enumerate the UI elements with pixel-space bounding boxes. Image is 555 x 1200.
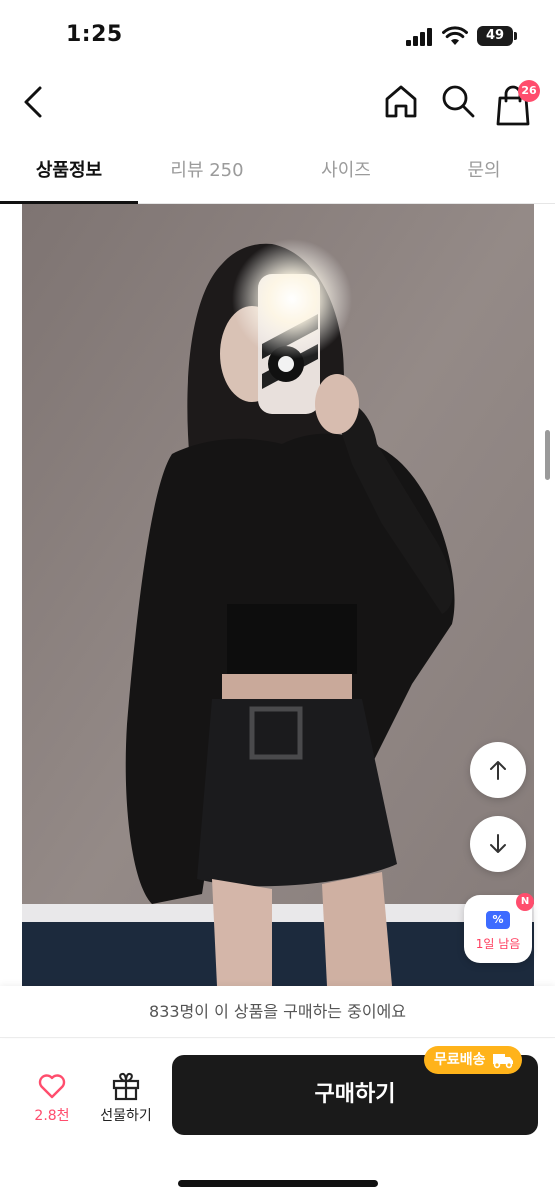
buyers-banner: 833명이 이 상품을 구매하는 중이에요	[0, 986, 555, 1038]
like-count: 2.8천	[34, 1108, 70, 1124]
status-bar: 1:25 49	[0, 0, 555, 64]
status-time: 1:25	[66, 22, 123, 47]
product-tabs: 상품정보 리뷰 250 사이즈 문의	[0, 140, 555, 204]
free-shipping-badge: 무료배송	[424, 1046, 522, 1074]
gift-icon	[112, 1072, 140, 1101]
gift-label: 선물하기	[100, 1108, 152, 1124]
free-shipping-label: 무료배송	[434, 1052, 486, 1068]
home-icon[interactable]	[380, 80, 422, 122]
home-indicator[interactable]	[178, 1180, 378, 1187]
coupon-icon: %	[486, 911, 510, 929]
tab-size[interactable]: 사이즈	[277, 140, 415, 204]
battery-level: 49	[485, 28, 505, 43]
top-navigation: 26	[0, 64, 555, 140]
buyers-count-text: 833명이 이 상품을 구매하는 중이에요	[149, 1002, 406, 1021]
tab-inquiry[interactable]: 문의	[415, 140, 553, 204]
arrow-down-icon	[490, 834, 506, 853]
scroll-to-top-button[interactable]	[470, 742, 526, 798]
shopping-bag-button[interactable]: 26	[494, 76, 546, 126]
wifi-icon	[442, 26, 468, 45]
tab-reviews[interactable]: 리뷰 250	[138, 140, 276, 204]
like-button[interactable]: 2.8천	[22, 1069, 82, 1129]
scrollbar[interactable]	[545, 430, 550, 480]
search-icon[interactable]	[437, 80, 479, 122]
new-badge: N	[516, 893, 534, 911]
gift-button[interactable]: 선물하기	[90, 1069, 162, 1129]
scroll-to-bottom-button[interactable]	[470, 816, 526, 872]
tab-product-info[interactable]: 상품정보	[0, 140, 138, 204]
cellular-signal-icon	[406, 28, 434, 46]
battery-icon: 49	[477, 26, 517, 46]
heart-icon	[38, 1074, 66, 1099]
cart-count-badge: 26	[518, 80, 540, 102]
back-arrow-icon[interactable]	[16, 82, 52, 122]
arrow-up-icon	[490, 761, 506, 780]
coupon-remaining-label: 1일 남음	[475, 937, 521, 951]
truck-icon	[492, 1054, 513, 1069]
product-photo	[22, 204, 534, 986]
